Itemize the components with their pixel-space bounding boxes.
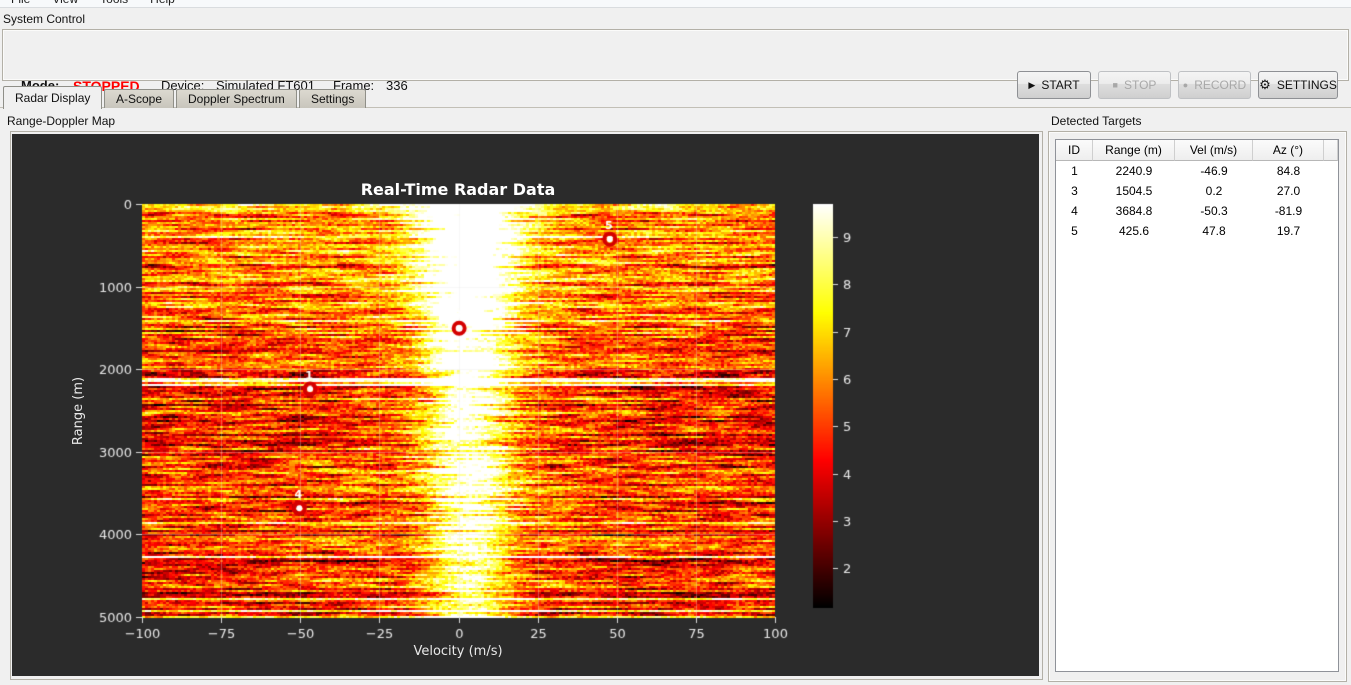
range-doppler-heatmap <box>12 134 1039 676</box>
range-doppler-map-title: Range-Doppler Map <box>7 114 116 128</box>
menu-item-tools[interactable]: Tools <box>89 0 139 7</box>
tab-a-scope[interactable]: A-Scope <box>104 89 175 108</box>
cell-id: 1 <box>1071 164 1078 178</box>
table-row[interactable]: 3 1504.5 0.2 27.0 <box>1056 181 1338 201</box>
menu-bar-items: FileViewToolsHelp <box>0 0 1351 7</box>
cell-az: -81.9 <box>1274 204 1303 218</box>
cell-range: 425.6 <box>1118 224 1150 238</box>
tab-bar: Radar Display A-Scope Doppler Spectrum Sett… <box>0 86 1351 109</box>
cell-range: 3684.8 <box>1115 204 1153 218</box>
tab-settings[interactable]: Settings <box>299 89 367 108</box>
cell-az: 84.8 <box>1276 164 1301 178</box>
system-control-group-title: System Control <box>3 12 86 26</box>
column-header-filler <box>1324 140 1338 161</box>
plot-x-axis-label: Velocity (m/s) <box>413 644 503 659</box>
table-row[interactable]: 5 425.6 47.8 19.7 <box>1056 221 1338 241</box>
cell-vel: -46.9 <box>1200 164 1228 178</box>
targets-table-body: 1 2240.9 -46.9 84.8 3 1504.5 0.2 27.0 4 3684.8 -50… <box>1056 161 1338 241</box>
radar-application-window: FileViewToolsHelp System Control Mode: S… <box>0 0 1351 685</box>
cell-az: 27.0 <box>1276 184 1301 198</box>
cell-vel: -50.3 <box>1200 204 1228 218</box>
menu-item-view[interactable]: View <box>41 0 89 7</box>
menu-item-file[interactable]: File <box>0 0 41 7</box>
cell-id: 3 <box>1071 184 1078 198</box>
cell-range: 2240.9 <box>1115 164 1153 178</box>
detected-targets-group-title: Detected Targets <box>1051 114 1142 128</box>
cell-range: 1504.5 <box>1115 184 1153 198</box>
plot-title: Real-Time Radar Data <box>360 180 556 199</box>
column-header-id[interactable]: ID <box>1056 140 1093 161</box>
column-header-vel-m-s-[interactable]: Vel (m/s) <box>1175 140 1253 161</box>
cell-id: 5 <box>1071 224 1078 238</box>
tab-doppler-spectrum[interactable]: Doppler Spectrum <box>176 89 297 108</box>
system-control-group: Mode: STOPPED Device: Simulated FT601 Fr… <box>2 29 1349 99</box>
menu-bar: FileViewToolsHelp <box>0 0 1351 8</box>
cell-vel: 0.2 <box>1205 184 1223 198</box>
column-header-az-[interactable]: Az (°) <box>1253 140 1324 161</box>
cell-vel: 47.8 <box>1202 224 1226 238</box>
targets-table-header: ID Range (m) Vel (m/s) Az (°) <box>1056 140 1338 161</box>
menu-item-help[interactable]: Help <box>139 0 186 7</box>
tab-radar-display[interactable]: Radar Display <box>3 86 103 109</box>
detected-targets-table[interactable]: ID Range (m) Vel (m/s) Az (°) 1 2240.9 -46.9 8… <box>1055 139 1339 672</box>
table-row[interactable]: 4 3684.8 -50.3 -81.9 <box>1056 201 1338 221</box>
table-row[interactable]: 1 2240.9 -46.9 84.8 <box>1056 161 1338 181</box>
column-header-range-m-[interactable]: Range (m) <box>1093 140 1175 161</box>
plot-y-axis-label: Range (m) <box>71 376 86 446</box>
cell-id: 4 <box>1071 204 1078 218</box>
cell-az: 19.7 <box>1276 224 1301 238</box>
